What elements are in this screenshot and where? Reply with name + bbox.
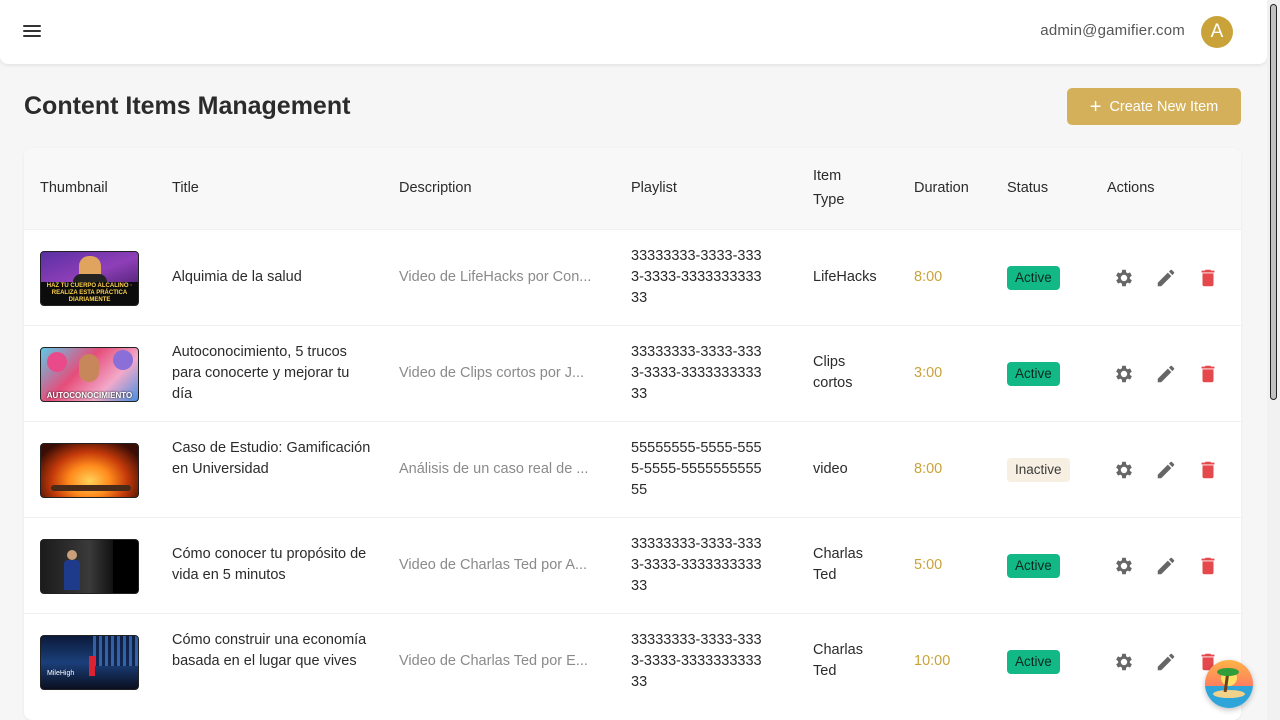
item-type: LifeHacks [813,269,877,285]
create-new-item-button[interactable]: + Create New Item [1067,88,1241,125]
table-header: Thumbnail Title Description Playlist Ite… [24,148,1241,229]
thumbnail-image [40,539,139,594]
page-title: Content Items Management [24,92,351,120]
item-description: Video de LifeHacks por Con... [399,269,592,285]
item-title: Caso de Estudio: Gamificación en Univers… [172,440,371,477]
gear-icon[interactable] [1113,363,1135,385]
col-duration: Duration [914,180,969,196]
delete-icon[interactable] [1197,459,1219,481]
item-duration: 10:00 [914,653,951,669]
scrollbar-thumb[interactable] [1270,4,1277,400]
col-actions: Actions [1107,180,1155,196]
create-new-item-label: Create New Item [1109,98,1219,115]
thumbnail-caption: MileHigh [47,670,75,677]
item-type: Charlas Ted [813,642,863,679]
gear-icon[interactable] [1113,555,1135,577]
col-item-type: Item Type [813,168,845,208]
edit-icon[interactable] [1155,459,1177,481]
plus-icon: + [1089,95,1102,118]
content-items-table: Thumbnail Title Description Playlist Ite… [24,148,1241,720]
item-playlist: 33333333-3333-3333-3333-333333333333 [631,536,762,594]
status-badge: Active [1007,650,1060,674]
item-title: Alquimia de la salud [172,269,302,285]
thumbnail-image: HAZ TU CUERPO ALCALINO · REALIZA ESTA PR… [40,251,139,306]
edit-icon[interactable] [1155,267,1177,289]
delete-icon[interactable] [1197,267,1219,289]
thumbnail-image: AUTOCONOCIMIENTO [40,347,139,402]
status-badge: Active [1007,362,1060,386]
item-duration: 3:00 [914,365,943,381]
item-description: Video de Charlas Ted por A... [399,557,588,573]
gear-icon[interactable] [1113,459,1135,481]
item-duration: 8:00 [914,461,943,477]
top-bar: admin@gamifier.com A [0,0,1267,64]
menu-icon[interactable] [22,22,42,42]
item-playlist: 33333333-3333-3333-3333-333333333333 [631,632,762,690]
col-description: Description [399,180,472,196]
edit-icon[interactable] [1155,555,1177,577]
avatar[interactable]: A [1201,16,1233,48]
table-row: MileHigh Cómo construir una economía bas… [24,613,1241,709]
item-type: video [813,461,848,477]
assistant-bubble-icon[interactable] [1205,660,1253,708]
item-duration: 5:00 [914,557,943,573]
item-duration: 8:00 [914,269,943,285]
user-email: admin@gamifier.com [1040,22,1185,39]
gear-icon[interactable] [1113,651,1135,673]
col-thumbnail: Thumbnail [40,180,108,196]
col-title: Title [172,180,199,196]
delete-icon[interactable] [1197,363,1219,385]
status-badge: Inactive [1007,458,1070,482]
gear-icon[interactable] [1113,267,1135,289]
delete-icon[interactable] [1197,555,1219,577]
thumbnail-image: MileHigh [40,635,139,690]
status-badge: Active [1007,266,1060,290]
item-playlist: 33333333-3333-3333-3333-333333333333 [631,344,762,402]
edit-icon[interactable] [1155,363,1177,385]
item-title: Cómo construir una economía basada en el… [172,632,367,669]
item-description: Video de Clips cortos por J... [399,365,585,381]
thumbnail-caption: AUTOCONOCIMIENTO [46,391,133,400]
table-row: Cómo conocer tu propósito de vida en 5 m… [24,517,1241,613]
item-type: Charlas Ted [813,546,863,583]
edit-icon[interactable] [1155,651,1177,673]
col-status: Status [1007,180,1049,196]
item-playlist: 55555555-5555-5555-5555-555555555555 [631,440,762,498]
item-description: Análisis de un caso real de ... [399,461,589,477]
status-badge: Active [1007,554,1060,578]
table-row: HAZ TU CUERPO ALCALINO · REALIZA ESTA PR… [24,229,1241,325]
thumbnail-caption: HAZ TU CUERPO ALCALINO · REALIZA ESTA PR… [41,282,138,305]
thumbnail-image [40,443,139,498]
col-playlist: Playlist [631,180,677,196]
page-scrollbar[interactable] [1267,0,1280,720]
item-description: Video de Charlas Ted por E... [399,653,588,669]
item-title: Autoconocimiento, 5 trucos para conocert… [172,344,350,402]
item-type: Clips cortos [813,354,853,391]
item-title: Cómo conocer tu propósito de vida en 5 m… [172,546,367,583]
table-row: AUTOCONOCIMIENTO Autoconocimiento, 5 tru… [24,325,1241,421]
item-playlist: 33333333-3333-3333-3333-333333333333 [631,248,762,306]
table-row: Caso de Estudio: Gamificación en Univers… [24,421,1241,517]
